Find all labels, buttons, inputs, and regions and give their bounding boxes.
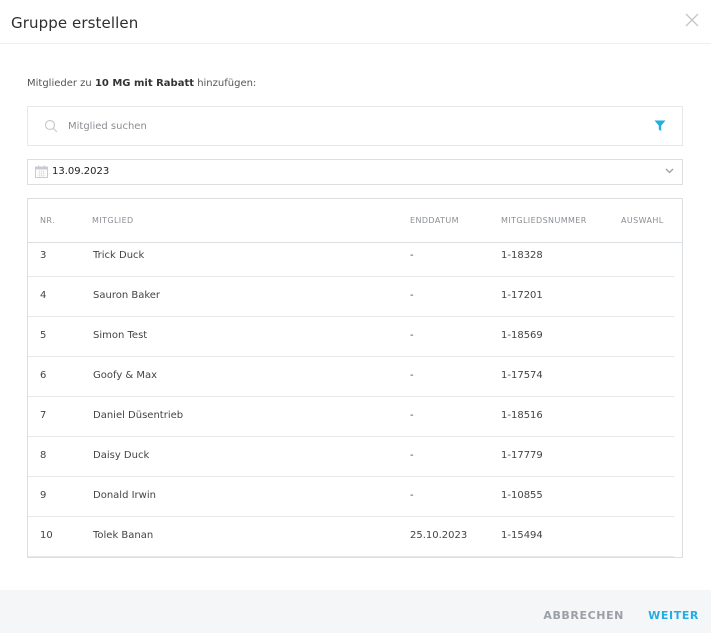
table-row[interactable]: 5 Simon Test - 1-18569 xyxy=(28,317,674,357)
row-nr: 9 xyxy=(40,490,47,501)
row-nr: 8 xyxy=(40,450,47,461)
calendar-icon xyxy=(35,165,48,178)
header-member-number[interactable]: MITGLIEDSNUMMER xyxy=(501,216,587,225)
row-end-date: - xyxy=(410,410,414,421)
table-row[interactable]: 4 Sauron Baker - 1-17201 xyxy=(28,277,674,317)
header-end-date[interactable]: ENDDATUM xyxy=(410,216,459,225)
row-nr: 7 xyxy=(40,410,47,421)
close-button[interactable] xyxy=(685,12,699,27)
table-body: 3 Trick Duck - 1-18328 4 Sauron Baker - … xyxy=(28,243,674,557)
row-member: Trick Duck xyxy=(93,250,145,261)
dialog-title: Gruppe erstellen xyxy=(11,14,139,32)
table-row[interactable]: 6 Goofy & Max - 1-17574 xyxy=(28,357,674,397)
row-end-date: 25.10.2023 xyxy=(410,530,468,541)
intro-text: Mitglieder zu 10 MG mit Rabatt hinzufüge… xyxy=(27,78,256,89)
row-member: Daniel Düsentrieb xyxy=(93,410,184,421)
row-end-date: - xyxy=(410,290,414,301)
row-member: Daisy Duck xyxy=(93,450,150,461)
cancel-button[interactable]: ABBRECHEN xyxy=(543,609,624,622)
row-member-number: 1-18569 xyxy=(501,330,543,341)
table-row[interactable]: 10 Tolek Banan 25.10.2023 1-15494 xyxy=(28,517,674,557)
close-icon[interactable] xyxy=(685,13,699,27)
dialog-footer: ABBRECHEN WEITER xyxy=(0,590,711,633)
header-nr[interactable]: NR. xyxy=(40,216,55,225)
row-nr: 3 xyxy=(40,250,47,261)
member-search-input[interactable] xyxy=(68,118,628,134)
group-name: 10 MG mit Rabatt xyxy=(94,78,195,89)
table-row[interactable]: 7 Daniel Düsentrieb - 1-18516 xyxy=(28,397,674,437)
row-end-date: - xyxy=(410,330,414,341)
row-member-number: 1-17779 xyxy=(501,450,543,461)
intro-prefix: Mitglieder zu xyxy=(27,78,95,89)
intro-suffix: hinzufügen: xyxy=(194,78,257,89)
row-member-number: 1-18516 xyxy=(501,410,543,421)
dialog-header: Gruppe erstellen xyxy=(0,0,711,44)
row-end-date: - xyxy=(410,250,414,261)
row-nr: 10 xyxy=(40,530,53,541)
filter-icon[interactable] xyxy=(654,120,666,132)
row-member-number: 1-17201 xyxy=(501,290,543,301)
row-member: Goofy & Max xyxy=(93,370,158,381)
date-value: 13.09.2023 xyxy=(52,166,110,177)
row-member: Sauron Baker xyxy=(93,290,161,301)
row-end-date: - xyxy=(410,450,414,461)
row-member: Tolek Banan xyxy=(93,530,154,541)
row-member-number: 1-10855 xyxy=(501,490,543,501)
row-nr: 4 xyxy=(40,290,47,301)
row-member-number: 1-18328 xyxy=(501,250,543,261)
member-search-box xyxy=(27,106,683,146)
chevron-down-icon[interactable] xyxy=(665,168,674,174)
row-member-number: 1-17574 xyxy=(501,370,543,381)
table-row[interactable]: 8 Daisy Duck - 1-17779 xyxy=(28,437,674,477)
row-member: Simon Test xyxy=(93,330,148,341)
members-table: NR. MITGLIED ENDDATUM MITGLIEDSNUMMER AU… xyxy=(27,198,683,558)
search-icon xyxy=(44,119,58,133)
row-member-number: 1-15494 xyxy=(501,530,543,541)
table-row[interactable]: 9 Donald Irwin - 1-10855 xyxy=(28,477,674,517)
row-nr: 5 xyxy=(40,330,47,341)
next-button[interactable]: WEITER xyxy=(648,609,699,622)
row-nr: 6 xyxy=(40,370,47,381)
table-header: NR. MITGLIED ENDDATUM MITGLIEDSNUMMER AU… xyxy=(28,199,682,243)
header-member[interactable]: MITGLIED xyxy=(92,216,134,225)
row-member: Donald Irwin xyxy=(93,490,156,501)
table-row[interactable]: 3 Trick Duck - 1-18328 xyxy=(28,243,674,277)
row-end-date: - xyxy=(410,490,414,501)
row-end-date: - xyxy=(410,370,414,381)
header-selection: AUSWAHL xyxy=(621,216,664,225)
date-select[interactable]: 13.09.2023 xyxy=(27,159,683,185)
